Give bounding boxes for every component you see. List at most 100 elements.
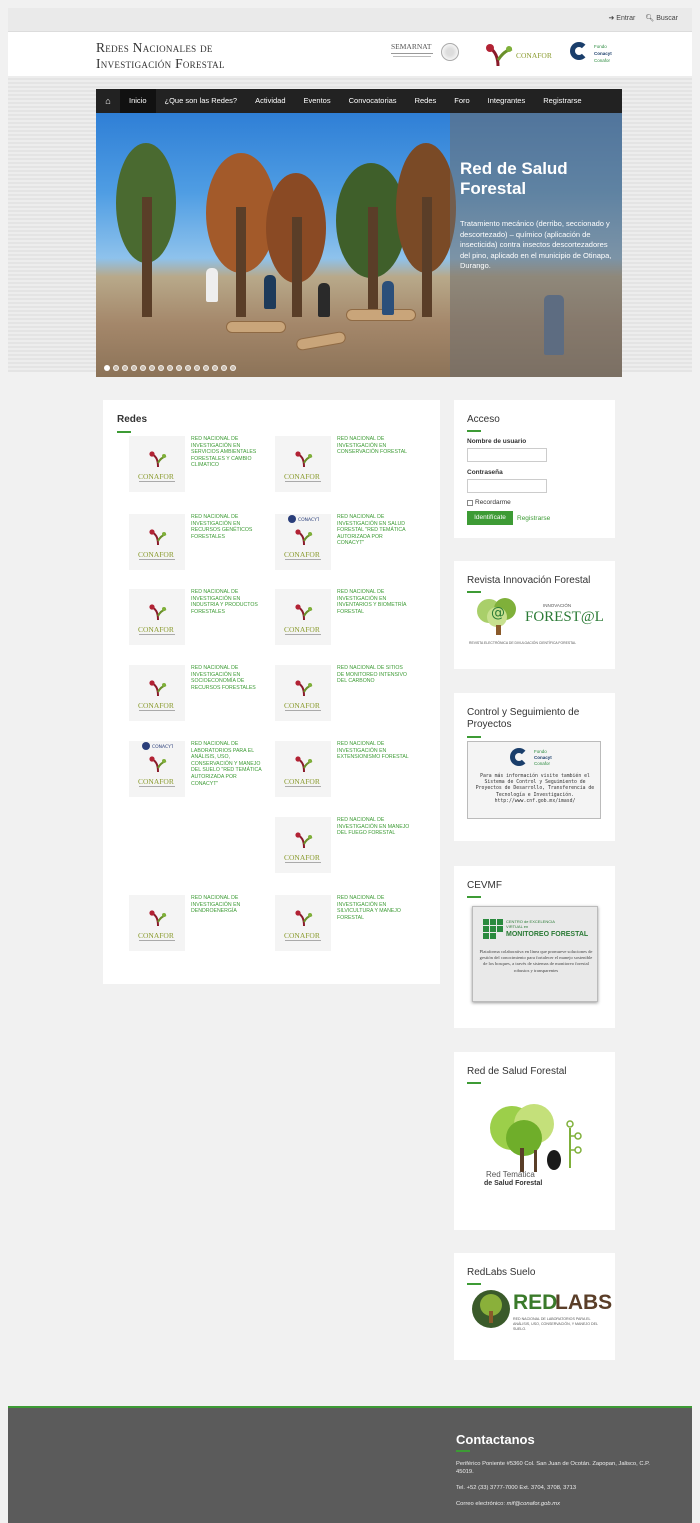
- red-link[interactable]: Red Nacional de Investigación en Conserv…: [337, 436, 411, 456]
- red-link[interactable]: Red Nacional de Investigación en Socioec…: [191, 665, 265, 691]
- conafor-thumb[interactable]: CONAFOR: [129, 436, 185, 492]
- red-item[interactable]: CONAFOR Red Nacional de Investigación en …: [129, 436, 269, 494]
- conafor-thumb[interactable]: CONAFOR: [275, 436, 331, 492]
- conafor-thumb[interactable]: CONAFOR: [129, 895, 185, 951]
- red-item[interactable]: CONAFOR Red Nacional de Sitios de Monitor…: [275, 665, 415, 723]
- control-text: Para más información visite también el S…: [475, 774, 595, 804]
- slider-dot[interactable]: [113, 365, 119, 371]
- red-item[interactable]: CONAFOR Red Nacional de Investigación en …: [275, 741, 415, 799]
- home-icon[interactable]: ⌂: [96, 89, 120, 113]
- nav-item-redes[interactable]: Redes: [406, 89, 446, 113]
- nav-item-registrarse[interactable]: Registrarse: [534, 89, 590, 113]
- red-link[interactable]: Red Nacional de Investigación en Salud F…: [337, 514, 411, 547]
- slider-dot[interactable]: [212, 365, 218, 371]
- username-input[interactable]: [467, 448, 547, 462]
- red-item[interactable]: CONAFOR Red Nacional de Investigación en …: [275, 895, 415, 953]
- red-link[interactable]: Red Nacional de Investigación en Dendroe…: [191, 895, 265, 915]
- redlabs-caption: RED NACIONAL DE LABORATORIOS PARA EL ANÁ…: [513, 1317, 598, 1331]
- conafor-thumb[interactable]: CONACYT CONAFOR: [275, 514, 331, 570]
- conafor-thumb[interactable]: CONAFOR: [129, 514, 185, 570]
- red-link[interactable]: Red Nacional de Investigación en Inventa…: [337, 589, 411, 615]
- red-item[interactable]: CONAFOR Red Nacional de Investigación en …: [129, 514, 269, 572]
- site-title[interactable]: Redes Nacionales de Investigación Forest…: [96, 40, 286, 72]
- conafor-thumb[interactable]: CONAFOR: [275, 817, 331, 873]
- semarnat-logo[interactable]: SEMARNAT: [391, 42, 461, 66]
- slider-dot[interactable]: [176, 365, 182, 371]
- fondo-logo[interactable]: Fondo Conacyt Conafor: [568, 40, 628, 70]
- slider-dot[interactable]: [104, 365, 110, 371]
- conafor-thumb[interactable]: CONACYT CONAFOR: [129, 741, 185, 797]
- nav-item-convocatorias[interactable]: Convocatorias: [340, 89, 406, 113]
- red-item[interactable]: CONACYT CONAFOR Red Nacional de Investigac…: [275, 514, 415, 572]
- conafor-thumb[interactable]: CONAFOR: [275, 895, 331, 951]
- red-item[interactable]: CONAFOR Red Nacional de Investigación en …: [129, 665, 269, 723]
- slider-dot[interactable]: [149, 365, 155, 371]
- conafor-thumb[interactable]: CONAFOR: [129, 665, 185, 721]
- search-link[interactable]: 🔍︎ Buscar: [645, 14, 678, 22]
- conafor-thumb[interactable]: CONAFOR: [275, 741, 331, 797]
- conafor-label: CONAFOR: [284, 550, 320, 559]
- slider-dot[interactable]: [122, 365, 128, 371]
- red-item[interactable]: CONAFOR Red Nacional de Investigación en …: [129, 895, 269, 953]
- red-item[interactable]: CONAFOR Red Nacional de Investigación en …: [129, 589, 269, 647]
- login-link[interactable]: ➜ Entrar: [608, 14, 635, 22]
- red-link[interactable]: Red Nacional de Investigación en Recurso…: [191, 514, 265, 540]
- cevmf-image[interactable]: CENTRO de EXCELENCIA VIRTUAL en MONITORE…: [472, 906, 598, 1002]
- footer-heading: Contactanos: [456, 1432, 535, 1447]
- slider-dot[interactable]: [230, 365, 236, 371]
- nav-item-actividad[interactable]: Actividad: [246, 89, 294, 113]
- footer-email-link[interactable]: mif@conafor.gob.mx: [507, 1501, 560, 1507]
- hero-slider[interactable]: Red de Salud Forestal Tratamiento mecáni…: [96, 113, 622, 377]
- conafor-thumb[interactable]: CONAFOR: [129, 589, 185, 645]
- register-link[interactable]: Registrarse: [517, 515, 550, 522]
- slider-dot[interactable]: [194, 365, 200, 371]
- checkbox-icon[interactable]: [467, 499, 473, 506]
- conafor-thumb[interactable]: CONAFOR: [275, 665, 331, 721]
- tree-globe-icon: [472, 1290, 510, 1328]
- nav-item-eventos[interactable]: Eventos: [295, 89, 340, 113]
- conafor-rule: [139, 559, 175, 560]
- tree-trunk: [422, 197, 432, 317]
- footer-phone: Tel. +52 (33) 3777-7000 Ext. 3704, 3708,…: [456, 1485, 577, 1491]
- conafor-logo[interactable]: CONAFOR: [484, 40, 554, 68]
- slider-dot[interactable]: [221, 365, 227, 371]
- red-item[interactable]: CONAFOR Red Nacional de Investigación en …: [275, 436, 415, 494]
- main-nav: ⌂ Inicio ¿Que son las Redes? Actividad E…: [96, 89, 622, 113]
- control-image[interactable]: Fondo Conacyt Conafor Para más informaci…: [467, 741, 601, 819]
- red-item[interactable]: CONAFOR Red Nacional de Investigación en …: [275, 589, 415, 647]
- red-link[interactable]: Red Nacional de Investigación en Servici…: [191, 436, 265, 469]
- red-link[interactable]: Red Nacional de Laboratorios para el Aná…: [191, 741, 265, 787]
- slider-dot[interactable]: [158, 365, 164, 371]
- nav-item-que-son[interactable]: ¿Que son las Redes?: [156, 89, 247, 113]
- heading-underline: [467, 1082, 481, 1084]
- slider-dot[interactable]: [167, 365, 173, 371]
- revista-logo[interactable]: @ INNOVACIÓN FOREST@L REVISTA ELECTRÓNIC…: [467, 597, 604, 653]
- redlabs-logo[interactable]: RED LABS RED NACIONAL DE LABORATORIOS PA…: [471, 1289, 612, 1339]
- slider-dot[interactable]: [185, 365, 191, 371]
- red-item[interactable]: CONAFOR Red Nacional de Investigación en …: [275, 817, 415, 875]
- username-label: Nombre de usuario: [467, 438, 527, 445]
- slider-dot[interactable]: [203, 365, 209, 371]
- remember-me[interactable]: Recordarme: [467, 499, 511, 506]
- red-link[interactable]: Red Nacional de Investigación en Industr…: [191, 589, 265, 615]
- login-button[interactable]: Identifícate: [467, 511, 513, 525]
- slider-dot[interactable]: [140, 365, 146, 371]
- password-input[interactable]: [467, 479, 547, 493]
- nav-item-foro[interactable]: Foro: [445, 89, 478, 113]
- hero-title[interactable]: Red de Salud Forestal: [460, 159, 610, 199]
- nav-item-integrantes[interactable]: Integrantes: [479, 89, 535, 113]
- fondo-c-icon: [570, 42, 588, 60]
- salud-logo[interactable]: Red Temática de Salud Forestal: [478, 1098, 594, 1198]
- red-item[interactable]: CONACYT CONAFOR Red Nacional de Laboratori…: [129, 741, 269, 799]
- login-label: Entrar: [616, 15, 636, 22]
- red-link[interactable]: Red Nacional de Investigación en Manejo …: [337, 817, 411, 837]
- red-link[interactable]: Red Nacional de Investigación en Extensi…: [337, 741, 411, 761]
- slider-dot[interactable]: [131, 365, 137, 371]
- seal-icon: [441, 43, 459, 61]
- red-link[interactable]: Red Nacional de Investigación en Silvicu…: [337, 895, 411, 921]
- conafor-thumb[interactable]: CONAFOR: [275, 589, 331, 645]
- red-link[interactable]: Red Nacional de Sitios de Monitoreo Inte…: [337, 665, 411, 685]
- nav-item-inicio[interactable]: Inicio: [120, 89, 156, 113]
- conafor-rule: [285, 559, 321, 560]
- sprout-icon: [149, 756, 167, 773]
